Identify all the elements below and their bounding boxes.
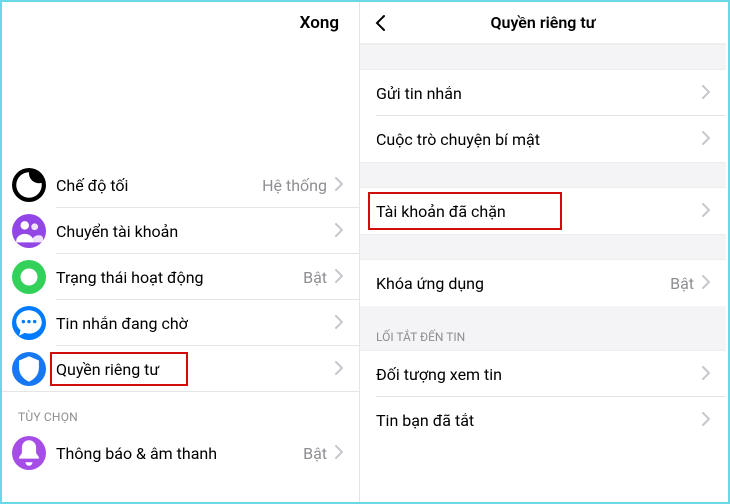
bell-icon (12, 436, 46, 470)
row-label: Gửi tin nhắn (376, 84, 702, 103)
chevron-right-icon (335, 360, 343, 379)
done-button[interactable]: Xong (300, 13, 339, 33)
chevron-right-icon (335, 176, 343, 195)
privacy-pane: Quyền riêng tư Gửi tin nhắn Cuộc trò chu… (360, 2, 726, 502)
row-send-message[interactable]: Gửi tin nhắn (360, 70, 726, 116)
chevron-right-icon (335, 268, 343, 287)
spacer (360, 44, 726, 70)
chevron-right-icon (702, 274, 710, 293)
row-label: Đối tượng xem tin (376, 365, 702, 384)
spacer (360, 162, 726, 188)
row-app-lock[interactable]: Khóa ứng dụng Bật (360, 260, 726, 306)
page-title: Quyền riêng tư (360, 13, 726, 32)
row-label: Tin nhắn đang chờ (56, 314, 335, 333)
row-label: Quyền riêng tư (56, 360, 335, 379)
chevron-right-icon (335, 222, 343, 241)
header-left: Xong (2, 2, 359, 44)
row-label: Tài khoản đã chặn (376, 202, 702, 221)
chevron-right-icon (702, 365, 710, 384)
row-pending-messages[interactable]: Tin nhắn đang chờ (2, 300, 359, 346)
row-value: Bật (303, 268, 327, 287)
row-label: Chế độ tối (56, 176, 262, 195)
gap (2, 44, 359, 162)
row-label: Khóa ứng dụng (376, 274, 670, 293)
chevron-right-icon (702, 411, 710, 430)
row-secret-chat[interactable]: Cuộc trò chuyện bí mật (360, 116, 726, 162)
section-header-options: TÙY CHỌN (2, 392, 359, 430)
row-switch-account[interactable]: Chuyển tài khoản (2, 208, 359, 254)
chevron-right-icon (702, 130, 710, 149)
back-button[interactable] (368, 10, 394, 36)
row-active-status[interactable]: Trạng thái hoạt động Bật (2, 254, 359, 300)
chevron-right-icon (702, 84, 710, 103)
switch-account-icon (12, 214, 46, 248)
row-notifications-sound[interactable]: Thông báo & âm thanh Bật (2, 430, 359, 476)
row-blocked-accounts[interactable]: Tài khoản đã chặn (360, 188, 726, 234)
moon-icon (12, 168, 46, 202)
row-value: Bật (303, 444, 327, 463)
spacer (360, 234, 726, 260)
settings-pane: Xong Chế độ tối Hệ thống Chuyển tài khoả… (2, 2, 360, 502)
header-right: Quyền riêng tư (360, 2, 726, 44)
shield-icon (12, 352, 46, 386)
row-dark-mode[interactable]: Chế độ tối Hệ thống (2, 162, 359, 208)
row-value: Hệ thống (262, 176, 327, 195)
row-value: Bật (670, 274, 694, 293)
row-label: Trạng thái hoạt động (56, 268, 303, 287)
chevron-right-icon (335, 314, 343, 333)
row-story-audience[interactable]: Đối tượng xem tin (360, 351, 726, 397)
section-header-story: LỐI TẮT ĐẾN TIN (360, 306, 726, 351)
row-label: Tin bạn đã tắt (376, 411, 702, 430)
row-label: Thông báo & âm thanh (56, 444, 303, 463)
chevron-right-icon (702, 202, 710, 221)
active-status-icon (12, 260, 46, 294)
row-privacy[interactable]: Quyền riêng tư (2, 346, 359, 392)
row-story-muted[interactable]: Tin bạn đã tắt (360, 397, 726, 443)
chevron-right-icon (335, 444, 343, 463)
message-icon (12, 306, 46, 340)
row-label: Chuyển tài khoản (56, 222, 335, 241)
row-label: Cuộc trò chuyện bí mật (376, 130, 702, 149)
